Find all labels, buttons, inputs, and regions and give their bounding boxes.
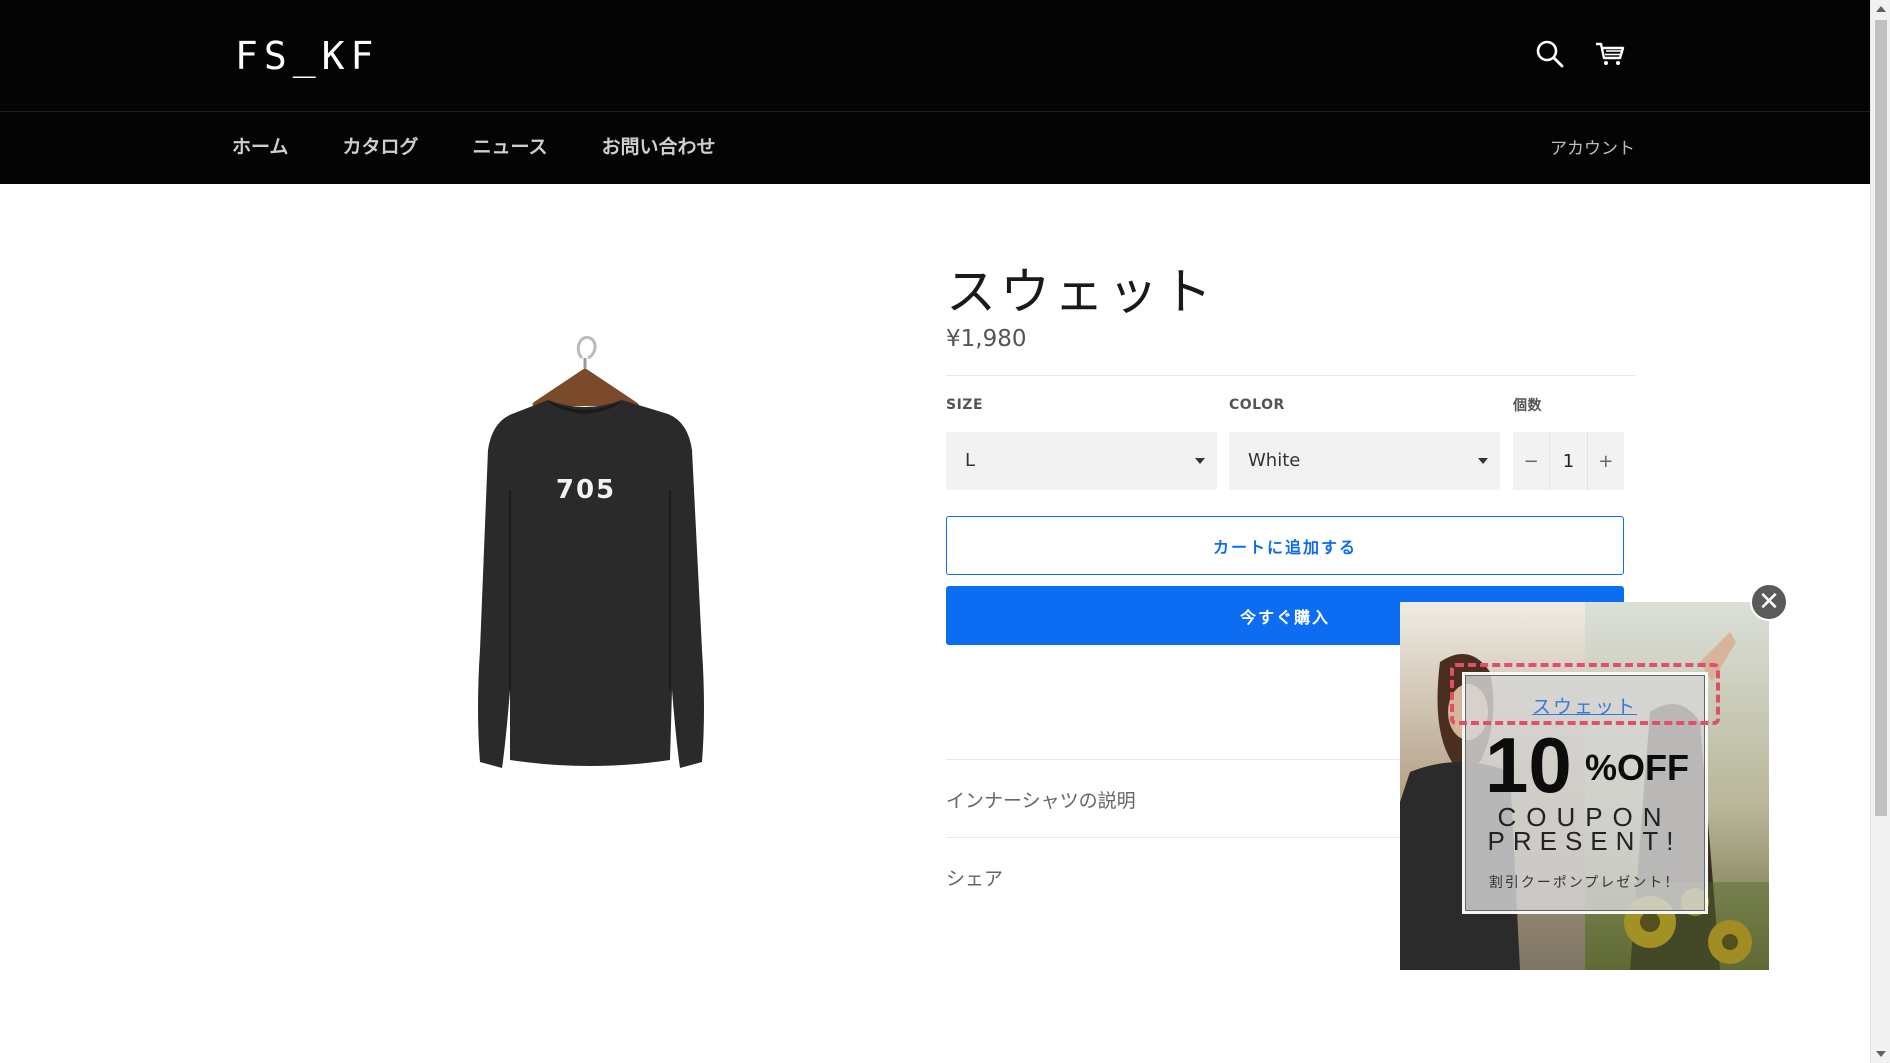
nav-item-contact[interactable]: お問い合わせ (602, 132, 716, 159)
coupon-heading-line2: PRESENT! (1487, 826, 1682, 856)
quantity-increase-button[interactable]: + (1588, 432, 1624, 490)
size-select[interactable]: L (946, 432, 1217, 490)
account-link[interactable]: アカウント (1550, 134, 1635, 159)
size-label: SIZE (946, 397, 984, 413)
chevron-down-icon (1478, 458, 1488, 464)
site-header: FS_KF ホーム カタログ ニュース お問い合わせ アカウント (0, 0, 1870, 184)
coupon-discount-unit: %OFF (1585, 747, 1689, 788)
coupon-popup[interactable]: スウェット 10 %OFF COUPON PRESENT! 割引クーポンプレゼン… (1400, 602, 1769, 970)
color-select-value: White (1248, 450, 1301, 471)
main-nav: ホーム カタログ ニュース お問い合わせ (232, 132, 770, 159)
scrollbar-thumb[interactable] (1875, 20, 1887, 816)
coupon-product-link[interactable]: スウェット (1400, 692, 1769, 719)
color-label: COLOR (1229, 397, 1285, 413)
nav-item-home[interactable]: ホーム (232, 132, 288, 159)
nav-item-catalog[interactable]: カタログ (342, 132, 418, 159)
quantity-input[interactable]: 1 (1549, 432, 1588, 490)
header-divider (0, 111, 1870, 112)
scroll-down-icon[interactable] (1876, 1051, 1886, 1057)
site-logo[interactable]: FS_KF (235, 34, 379, 78)
page-scrollbar[interactable] (1870, 0, 1890, 1063)
cart-icon[interactable] (1594, 38, 1626, 70)
chevron-down-icon (1195, 458, 1205, 464)
accordion-description[interactable]: インナーシャツの説明 (946, 786, 1136, 813)
add-to-cart-button[interactable]: カートに追加する (946, 516, 1624, 575)
product-image[interactable]: 705 (430, 310, 730, 780)
quantity-stepper: − 1 + (1513, 432, 1624, 490)
accordion-share[interactable]: シェア (946, 864, 1003, 891)
scroll-up-icon[interactable] (1876, 6, 1886, 12)
product-page: FS_KF ホーム カタログ ニュース お問い合わせ アカウント 705 スウェ… (0, 0, 1890, 1063)
coupon-discount-value: 10 (1485, 721, 1572, 809)
close-icon[interactable]: ✕ (1750, 583, 1788, 621)
color-select[interactable]: White (1229, 432, 1500, 490)
coupon-subtitle: 割引クーポンプレゼント！ (1488, 875, 1681, 891)
quantity-label: 個数 (1513, 398, 1542, 414)
size-select-value: L (965, 450, 976, 471)
divider (946, 375, 1636, 376)
product-title: スウェット (946, 263, 1216, 321)
shirt-print-text: 705 (556, 475, 616, 505)
quantity-decrease-button[interactable]: − (1513, 432, 1549, 490)
nav-item-news[interactable]: ニュース (472, 132, 547, 159)
product-price: ¥1,980 (946, 326, 1027, 352)
search-icon[interactable] (1534, 38, 1566, 70)
